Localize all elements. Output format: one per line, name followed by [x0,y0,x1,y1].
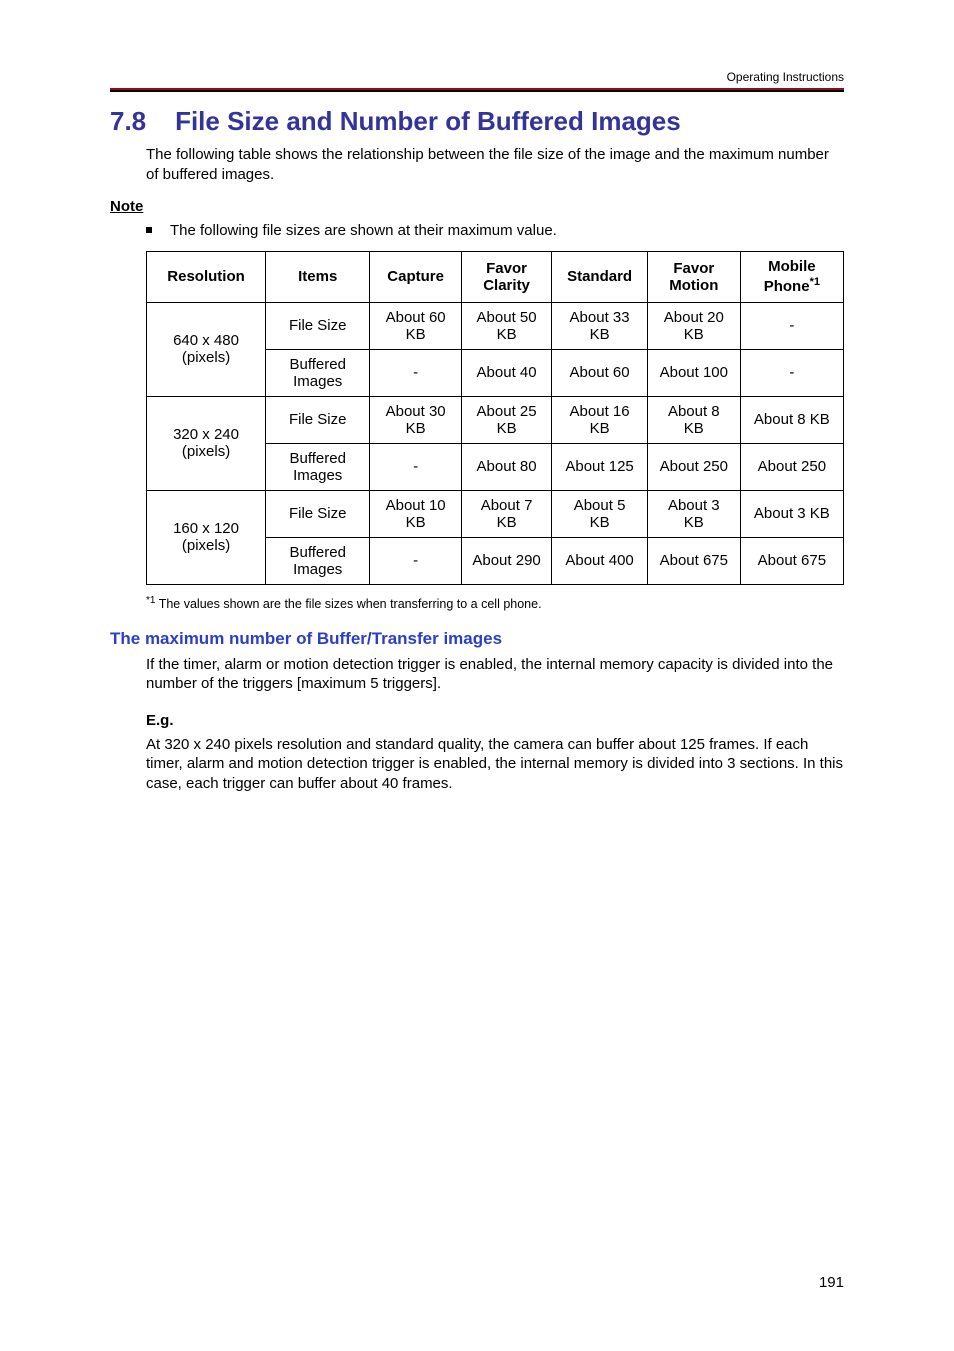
bullet-item: The following file sizes are shown at th… [146,221,844,241]
mobile-phone-text: Mobile Phone [764,258,816,295]
cell-motion: About 3 KB [647,490,740,537]
cell-standard: About 125 [552,443,648,490]
header-rule [110,88,844,92]
mobile-phone-sup: *1 [810,276,820,288]
cell-standard: About 400 [552,537,648,584]
cell-mobile: - [740,302,843,349]
cell-mobile: About 675 [740,537,843,584]
col-resolution: Resolution [147,251,266,302]
cell-item: File Size [266,302,370,349]
cell-capture: About 10 KB [370,490,462,537]
example-label: E.g. [146,712,844,729]
col-favor-motion: Favor Motion [647,251,740,302]
cell-clarity: About 290 [461,537,551,584]
section-number: 7.8 [110,106,146,136]
bullet-text: The following file sizes are shown at th… [170,221,557,241]
cell-standard: About 60 [552,349,648,396]
cell-item: Buffered Images [266,349,370,396]
cell-motion: About 250 [647,443,740,490]
cell-item: Buffered Images [266,537,370,584]
col-items: Items [266,251,370,302]
bullet-icon [146,227,152,233]
col-standard: Standard [552,251,648,302]
col-mobile-phone: Mobile Phone*1 [740,251,843,302]
cell-motion: About 8 KB [647,396,740,443]
cell-motion: About 20 KB [647,302,740,349]
cell-mobile: - [740,349,843,396]
cell-item: File Size [266,396,370,443]
section-heading: 7.8 File Size and Number of Buffered Ima… [110,106,844,137]
cell-clarity: About 80 [461,443,551,490]
footnote-text: The values shown are the file sizes when… [155,597,541,611]
table-header-row: Resolution Items Capture Favor Clarity S… [147,251,844,302]
example-paragraph: At 320 x 240 pixels resolution and stand… [146,735,844,794]
cell-standard: About 16 KB [552,396,648,443]
cell-item: Buffered Images [266,443,370,490]
cell-mobile: About 250 [740,443,843,490]
subsection-paragraph: If the timer, alarm or motion detection … [146,655,844,694]
cell-clarity: About 25 KB [461,396,551,443]
cell-resolution: 640 x 480 (pixels) [147,302,266,396]
col-favor-clarity: Favor Clarity [461,251,551,302]
buffered-images-table: Resolution Items Capture Favor Clarity S… [146,251,844,585]
cell-item: File Size [266,490,370,537]
col-capture: Capture [370,251,462,302]
cell-motion: About 100 [647,349,740,396]
cell-mobile: About 8 KB [740,396,843,443]
table-row: 160 x 120 (pixels) File Size About 10 KB… [147,490,844,537]
page-number: 191 [819,1274,844,1291]
note-label: Note [110,198,844,215]
cell-resolution: 160 x 120 (pixels) [147,490,266,584]
subsection-heading: The maximum number of Buffer/Transfer im… [110,629,844,649]
cell-capture: - [370,349,462,396]
cell-clarity: About 50 KB [461,302,551,349]
cell-capture: About 30 KB [370,396,462,443]
cell-mobile: About 3 KB [740,490,843,537]
running-header: Operating Instructions [110,70,844,84]
cell-standard: About 33 KB [552,302,648,349]
table-row: 320 x 240 (pixels) File Size About 30 KB… [147,396,844,443]
section-title: File Size and Number of Buffered Images [175,106,681,136]
cell-standard: About 5 KB [552,490,648,537]
cell-clarity: About 40 [461,349,551,396]
table-row: 640 x 480 (pixels) File Size About 60 KB… [147,302,844,349]
intro-paragraph: The following table shows the relationsh… [146,145,844,184]
cell-motion: About 675 [647,537,740,584]
cell-capture: - [370,443,462,490]
cell-capture: About 60 KB [370,302,462,349]
cell-resolution: 320 x 240 (pixels) [147,396,266,490]
cell-capture: - [370,537,462,584]
cell-clarity: About 7 KB [461,490,551,537]
table-footnote: *1 The values shown are the file sizes w… [146,595,844,611]
page-container: Operating Instructions 7.8 File Size and… [0,0,954,871]
